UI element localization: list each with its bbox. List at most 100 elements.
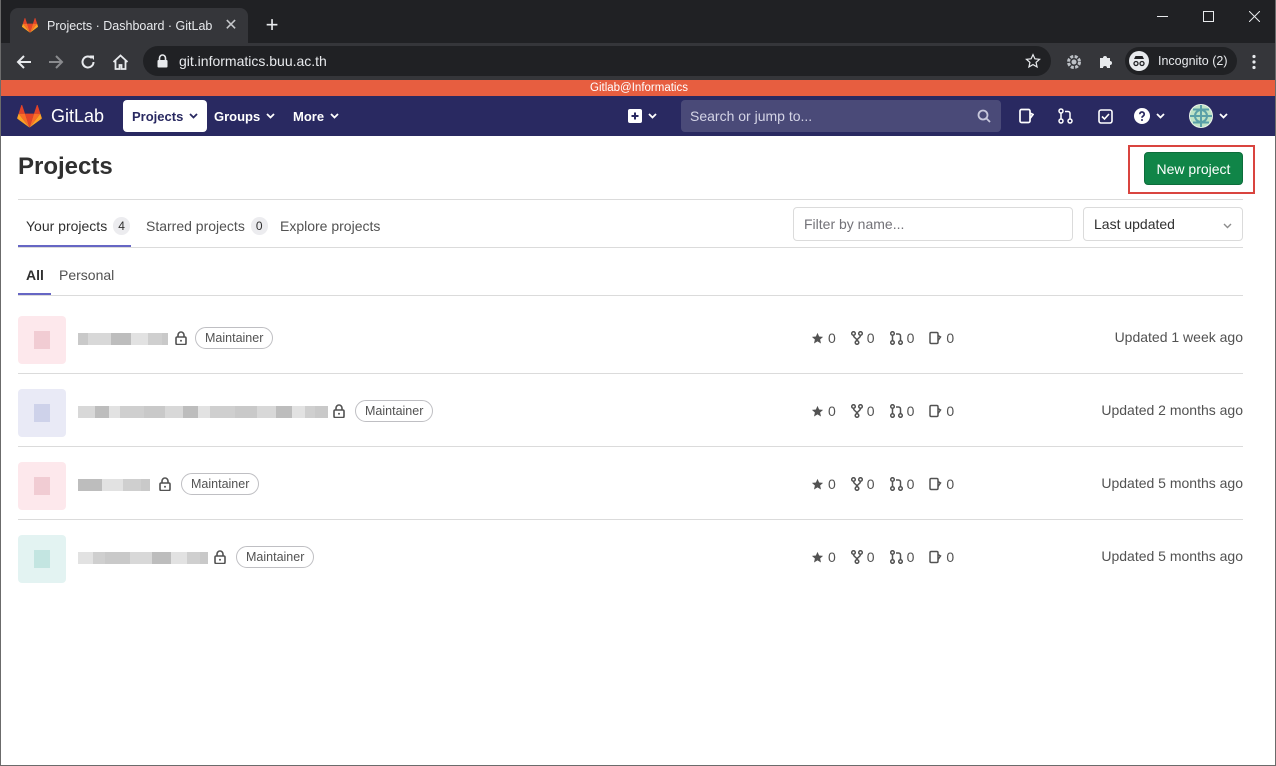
close-tab-icon[interactable]: ✕: [222, 17, 240, 35]
project-row[interactable]: Maintainer 0 0 0 0 Updated 1 week ago: [18, 300, 1243, 373]
blur-segment: [292, 406, 305, 418]
forks-link[interactable]: 0: [850, 403, 875, 419]
starred-projects-count-badge: 0: [250, 217, 268, 235]
issues-link[interactable]: 0: [929, 476, 954, 492]
browser-tab[interactable]: Projects · Dashboard · GitLab ✕: [10, 8, 248, 43]
new-project-button[interactable]: New project: [1144, 152, 1243, 185]
issues-icon: [929, 550, 946, 564]
private-lock-icon: [158, 476, 172, 492]
sort-dropdown[interactable]: Last updated: [1083, 207, 1243, 241]
merge-requests-link[interactable]: 0: [889, 403, 914, 419]
chevron-down-icon: [189, 113, 198, 119]
sort-dropdown-value: Last updated: [1094, 216, 1175, 232]
star-icon: [811, 332, 828, 345]
project-name-redacted[interactable]: [78, 479, 150, 491]
project-avatar[interactable]: [18, 316, 66, 364]
chevron-down-icon: [1219, 113, 1228, 119]
blur-segment: [78, 333, 88, 345]
tab-starred-projects-label: Starred projects: [146, 218, 245, 234]
create-new-dropdown[interactable]: [628, 104, 657, 128]
project-name-redacted[interactable]: [78, 552, 208, 564]
incognito-indicator[interactable]: Incognito (2): [1125, 47, 1238, 75]
chevron-down-icon: [1223, 216, 1232, 232]
blur-segment: [276, 406, 292, 418]
issues-nav-icon[interactable]: [1019, 104, 1034, 128]
nav-groups-dropdown[interactable]: Groups: [205, 100, 284, 132]
stars-link[interactable]: 0: [811, 549, 836, 565]
scrollbar[interactable]: [1260, 136, 1275, 765]
extensions-puzzle-icon[interactable]: [1093, 49, 1119, 75]
blur-segment: [152, 552, 171, 564]
project-avatar[interactable]: [18, 462, 66, 510]
nav-more-label: More: [293, 108, 325, 124]
minimize-icon[interactable]: [1139, 0, 1185, 32]
merge-requests-link[interactable]: 0: [889, 476, 914, 492]
forks-link[interactable]: 0: [850, 476, 875, 492]
home-icon[interactable]: [107, 49, 133, 75]
stars-link[interactable]: 0: [811, 330, 836, 346]
search-input[interactable]: [690, 108, 976, 124]
project-row[interactable]: Maintainer 0 0 0 0 Updated 5 months ago: [18, 519, 1243, 592]
nav-more-dropdown[interactable]: More: [284, 100, 348, 132]
role-badge: Maintainer: [355, 400, 434, 422]
merge-requests-link[interactable]: 0: [889, 330, 914, 346]
stars-link[interactable]: 0: [811, 476, 836, 492]
gitlab-tanuki-icon: [17, 105, 42, 128]
global-search[interactable]: [681, 100, 1001, 132]
project-row[interactable]: Maintainer 0 0 0 0 Updated 5 months ago: [18, 446, 1243, 519]
subtab-personal[interactable]: Personal: [59, 256, 114, 294]
close-window-icon[interactable]: [1231, 0, 1275, 32]
nav-projects-dropdown[interactable]: Projects: [123, 100, 208, 132]
address-bar[interactable]: git.informatics.buu.ac.th: [143, 46, 1051, 76]
fork-icon: [850, 477, 867, 491]
private-lock-icon: [213, 549, 227, 565]
project-row[interactable]: Maintainer 0 0 0 0 Updated 2 months ago: [18, 373, 1243, 446]
user-menu-dropdown[interactable]: [1189, 104, 1228, 128]
browser-toolbar: git.informatics.buu.ac.th Incognito (2): [1, 43, 1275, 80]
issues-link[interactable]: 0: [929, 549, 954, 565]
project-avatar[interactable]: [18, 389, 66, 437]
project-avatar-identicon: [34, 404, 50, 422]
role-badge: Maintainer: [195, 327, 274, 349]
maximize-icon[interactable]: [1185, 0, 1231, 32]
forks-link[interactable]: 0: [850, 549, 875, 565]
back-icon[interactable]: [11, 49, 37, 75]
blur-segment: [198, 406, 210, 418]
new-tab-button[interactable]: +: [260, 13, 284, 37]
merge-request-icon: [889, 404, 907, 418]
blur-segment: [235, 406, 257, 418]
merge-requests-nav-icon[interactable]: [1058, 104, 1073, 128]
blur-segment: [162, 333, 168, 345]
project-avatar[interactable]: [18, 535, 66, 583]
gitlab-home-link[interactable]: GitLab: [17, 105, 104, 128]
project-stats: 0 0 0 0: [811, 329, 969, 347]
browser-menu-icon[interactable]: [1241, 49, 1267, 75]
tab-explore-projects[interactable]: Explore projects: [280, 205, 380, 247]
forward-icon[interactable]: [43, 49, 69, 75]
updated-timestamp: Updated 1 week ago: [1114, 329, 1243, 345]
help-dropdown[interactable]: [1134, 104, 1165, 128]
merge-requests-link[interactable]: 0: [889, 549, 914, 565]
issues-link[interactable]: 0: [929, 330, 954, 346]
tab-starred-projects[interactable]: Starred projects 0: [146, 205, 268, 247]
subtab-all[interactable]: All: [26, 256, 44, 294]
forks-count: 0: [866, 403, 875, 419]
project-name-redacted[interactable]: [78, 406, 328, 418]
project-stats: 0 0 0 0: [811, 548, 969, 566]
forks-link[interactable]: 0: [850, 330, 875, 346]
plus-square-icon: [628, 109, 642, 123]
bookmark-star-icon[interactable]: [1023, 51, 1043, 71]
stars-link[interactable]: 0: [811, 403, 836, 419]
blur-segment: [187, 552, 200, 564]
search-icon: [976, 108, 992, 124]
tab-your-projects[interactable]: Your projects 4: [26, 205, 130, 247]
filter-by-name-input[interactable]: [793, 207, 1073, 241]
settings-extension-icon[interactable]: [1061, 49, 1087, 75]
todos-nav-icon[interactable]: [1098, 104, 1113, 128]
reload-icon[interactable]: [75, 49, 101, 75]
blur-segment: [257, 406, 276, 418]
project-name-redacted[interactable]: [78, 333, 168, 345]
stars-count: 0: [828, 403, 836, 419]
blur-segment: [95, 406, 109, 418]
issues-link[interactable]: 0: [929, 403, 954, 419]
